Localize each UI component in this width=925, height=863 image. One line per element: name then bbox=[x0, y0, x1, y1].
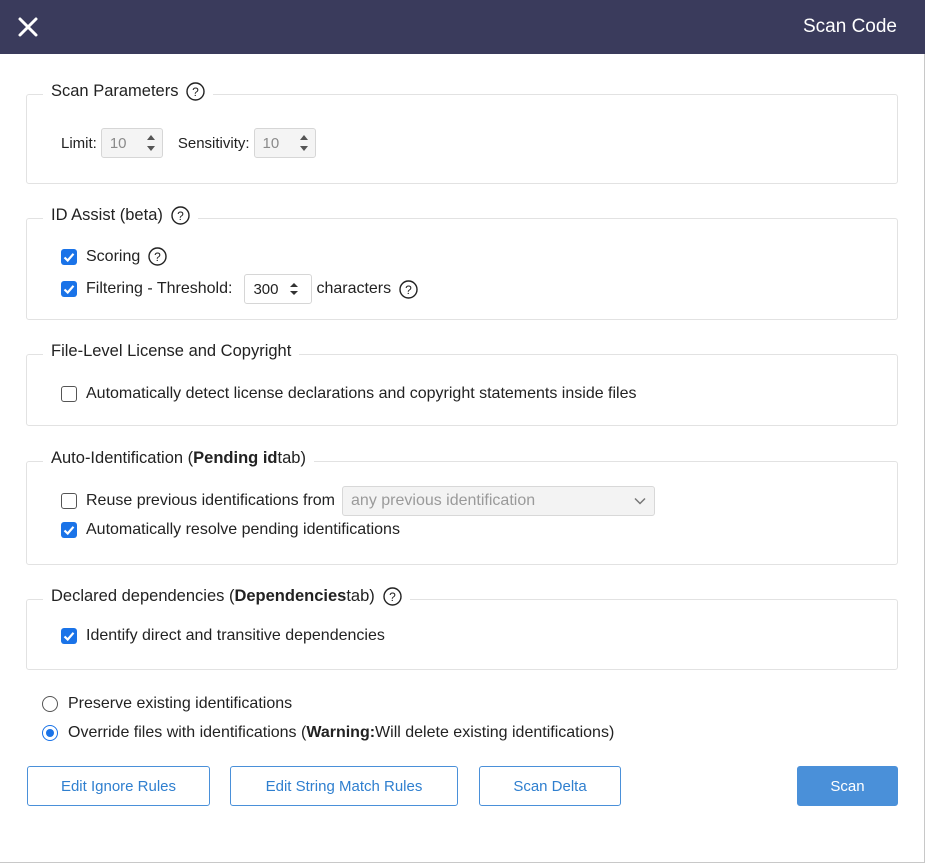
scan-button[interactable]: Scan bbox=[797, 766, 898, 806]
override-option[interactable]: Override files with identifications (War… bbox=[42, 724, 614, 742]
identify-dependencies-label: Identify direct and transitive dependenc… bbox=[86, 627, 385, 644]
auto-identification-title-suffix: tab) bbox=[277, 449, 306, 467]
auto-identification-title-bold: Pending id bbox=[193, 449, 278, 467]
sensitivity-label: Sensitivity: bbox=[177, 134, 250, 152]
detect-license-checkbox[interactable] bbox=[61, 386, 77, 402]
filtering-label: Filtering - Threshold: bbox=[86, 280, 233, 297]
svg-text:?: ? bbox=[405, 283, 412, 297]
dialog-header: Scan Code bbox=[0, 0, 925, 54]
sensitivity-value: 10 bbox=[262, 134, 280, 152]
id-assist-section: ID Assist (beta) ? Scoring ? Filtering -… bbox=[26, 206, 898, 320]
scan-parameters-legend: Scan Parameters ? bbox=[43, 82, 214, 101]
override-label-bold: Warning: bbox=[306, 724, 376, 741]
scoring-row[interactable]: Scoring ? bbox=[61, 247, 167, 266]
reuse-row: Reuse previous identifications from any … bbox=[61, 486, 656, 516]
stepper-arrows-icon[interactable] bbox=[293, 132, 315, 154]
edit-ignore-rules-button[interactable]: Edit Ignore Rules bbox=[27, 766, 210, 806]
svg-text:?: ? bbox=[193, 85, 200, 99]
preserve-label: Preserve existing identifications bbox=[68, 695, 293, 712]
svg-text:?: ? bbox=[389, 590, 396, 604]
help-icon[interactable]: ? bbox=[148, 247, 167, 266]
help-icon[interactable]: ? bbox=[171, 206, 190, 225]
chevron-down-icon bbox=[634, 492, 646, 510]
help-icon[interactable]: ? bbox=[399, 279, 418, 299]
file-level-title: File-Level License and Copyright bbox=[51, 342, 292, 360]
scoring-label: Scoring bbox=[86, 247, 141, 265]
scan-parameters-section: Scan Parameters ? Limit: 10 Sensitivity:… bbox=[26, 82, 898, 184]
help-icon[interactable]: ? bbox=[186, 82, 206, 101]
resolve-checkbox[interactable] bbox=[61, 522, 77, 538]
limit-row: Limit: 10 Sensitivity: 10 bbox=[61, 128, 316, 158]
override-radio[interactable] bbox=[42, 725, 58, 741]
id-assist-title: ID Assist (beta) bbox=[51, 206, 163, 224]
declared-dependencies-title-bold: Dependencies bbox=[234, 587, 347, 605]
detect-license-label: Automatically detect license declaration… bbox=[86, 385, 637, 402]
resolve-label: Automatically resolve pending identifica… bbox=[86, 521, 400, 538]
file-level-license-section: File-Level License and Copyright Automat… bbox=[26, 342, 898, 426]
detect-license-row[interactable]: Automatically detect license declaration… bbox=[61, 385, 637, 403]
declared-dependencies-title-prefix: Declared dependencies ( bbox=[51, 587, 235, 605]
auto-identification-title-prefix: Auto-Identification ( bbox=[51, 449, 194, 467]
sensitivity-stepper[interactable]: 10 bbox=[253, 128, 316, 158]
close-icon[interactable] bbox=[14, 13, 42, 41]
svg-text:?: ? bbox=[177, 209, 184, 223]
override-label-suffix: Will delete existing identifications) bbox=[375, 724, 615, 741]
preserve-radio[interactable] bbox=[42, 696, 58, 712]
reuse-checkbox[interactable] bbox=[61, 493, 77, 509]
scoring-checkbox[interactable] bbox=[61, 248, 77, 265]
edit-string-match-rules-button[interactable]: Edit String Match Rules bbox=[230, 766, 458, 806]
stepper-arrows-icon[interactable] bbox=[140, 132, 162, 154]
declared-dependencies-title-suffix: tab) bbox=[346, 587, 375, 605]
id-assist-legend: ID Assist (beta) ? bbox=[43, 206, 198, 225]
threshold-stepper[interactable]: 300 bbox=[244, 274, 313, 304]
scan-delta-button[interactable]: Scan Delta bbox=[479, 766, 621, 806]
reuse-source-select[interactable]: any previous identification bbox=[342, 486, 656, 516]
identify-dependencies-checkbox[interactable] bbox=[61, 628, 77, 644]
declared-dependencies-legend: Declared dependencies (Dependencies tab)… bbox=[43, 587, 410, 606]
resolve-row[interactable]: Automatically resolve pending identifica… bbox=[61, 521, 400, 539]
declared-dependencies-section: Declared dependencies (Dependencies tab)… bbox=[26, 587, 898, 670]
filtering-checkbox[interactable] bbox=[61, 281, 77, 297]
scan-code-dialog: Scan Code Scan Parameters ? Limit: 10 Se… bbox=[0, 0, 925, 863]
auto-identification-section: Auto-Identification (Pending id tab) Reu… bbox=[26, 449, 898, 565]
limit-label: Limit: bbox=[61, 134, 97, 152]
preserve-option[interactable]: Preserve existing identifications bbox=[42, 695, 292, 713]
threshold-value: 300 bbox=[253, 280, 279, 298]
identify-dependencies-row[interactable]: Identify direct and transitive dependenc… bbox=[61, 627, 385, 645]
reuse-source-value: any previous identification bbox=[351, 492, 536, 509]
limit-stepper[interactable]: 10 bbox=[100, 128, 163, 158]
auto-identification-legend: Auto-Identification (Pending id tab) bbox=[43, 449, 314, 468]
override-label-prefix: Override files with identifications ( bbox=[68, 724, 307, 741]
threshold-unit: characters bbox=[316, 280, 392, 297]
scan-parameters-title: Scan Parameters bbox=[51, 82, 179, 100]
filtering-row: Filtering - Threshold: 300 characters ? bbox=[61, 274, 418, 304]
dialog-title: Scan Code bbox=[802, 16, 897, 37]
limit-value: 10 bbox=[109, 134, 127, 152]
svg-text:?: ? bbox=[154, 250, 161, 264]
reuse-label: Reuse previous identifications from bbox=[86, 492, 336, 509]
file-level-legend: File-Level License and Copyright bbox=[43, 342, 300, 361]
stepper-arrows-icon[interactable] bbox=[283, 281, 305, 297]
help-icon[interactable]: ? bbox=[383, 587, 402, 606]
